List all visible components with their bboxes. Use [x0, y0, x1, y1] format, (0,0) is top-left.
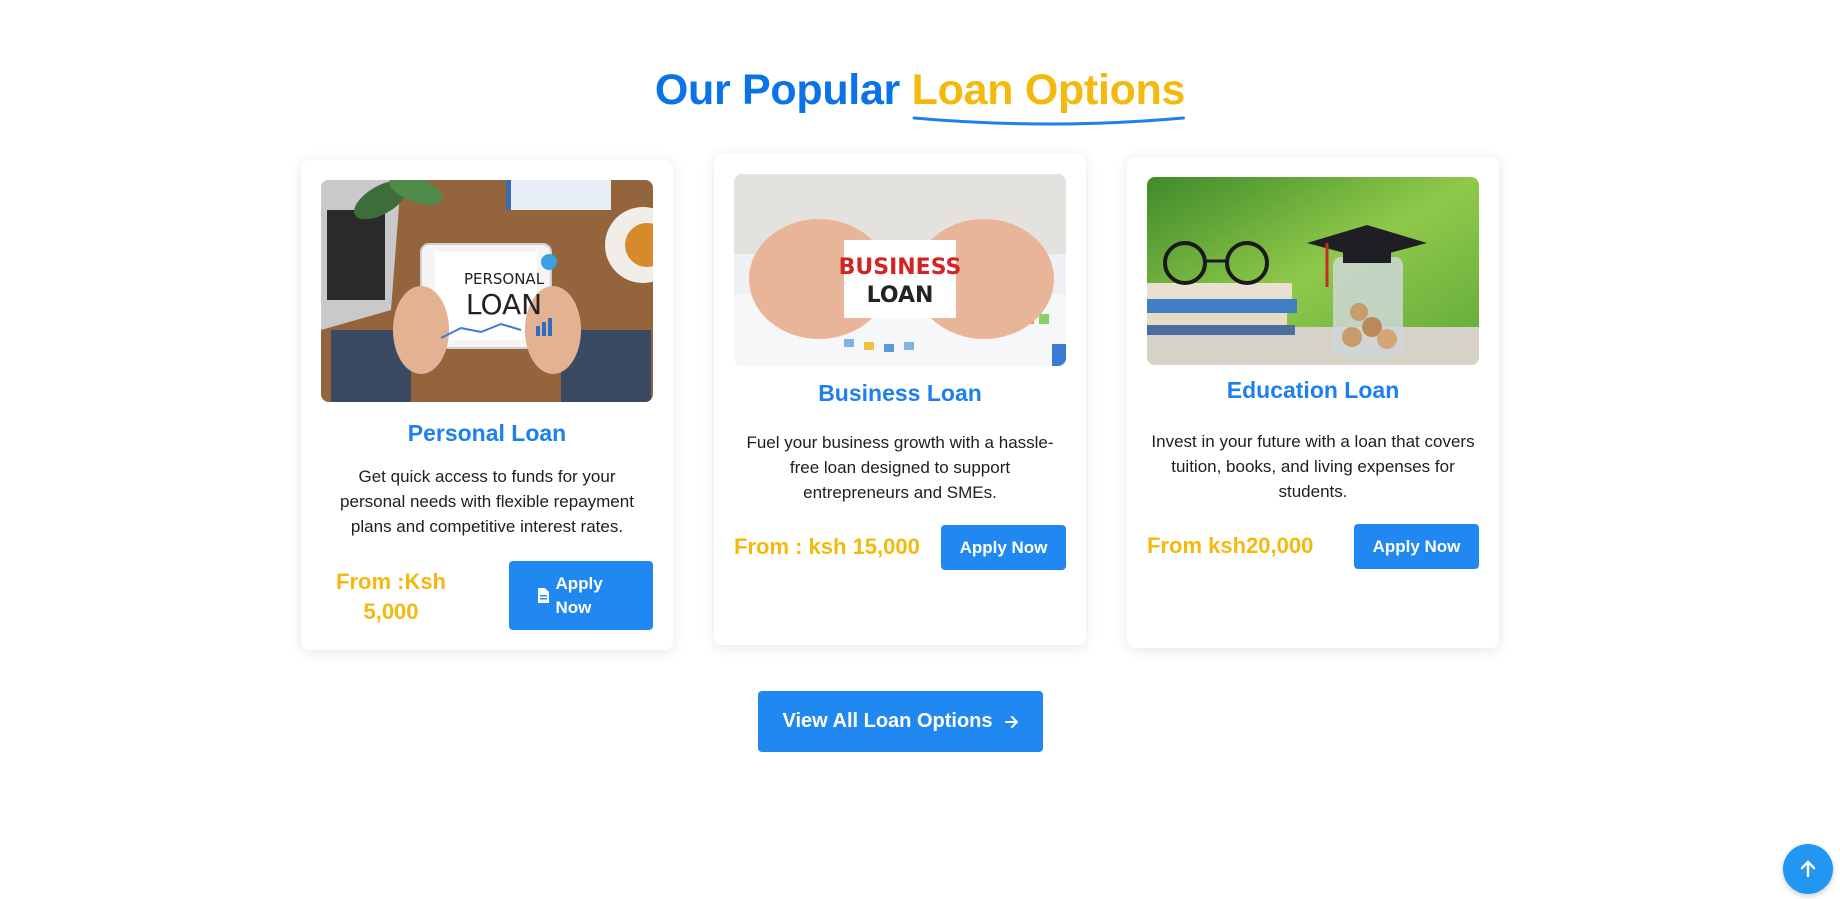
personal-image-text-top: PERSONAL	[464, 270, 545, 288]
card-price: From :Ksh 5,000	[336, 569, 446, 624]
personal-loan-image: PERSONAL LOAN	[321, 180, 653, 402]
loan-options-section: Our Popular Loan Options PERSONAL LOAN P…	[0, 0, 1840, 899]
scroll-to-top-button[interactable]	[1783, 844, 1833, 894]
heading-highlight-text: Loan Options	[911, 66, 1186, 114]
card-price: From ksh20,000	[1147, 533, 1314, 558]
view-all-loan-options-button[interactable]: View All Loan Options	[758, 691, 1043, 752]
arrow-right-icon	[1004, 715, 1018, 728]
arrow-up-icon	[1800, 860, 1816, 878]
apply-now-button[interactable]: Apply Now	[509, 561, 653, 630]
apply-now-label: Apply Now	[959, 537, 1048, 557]
education-loan-image	[1147, 177, 1479, 365]
card-title: Personal Loan	[407, 420, 567, 446]
personal-image-text-bottom: LOAN	[466, 288, 542, 321]
loan-card-education: Education Loan Invest in your future wit…	[1127, 157, 1499, 648]
heading-part-2: Loan Options	[911, 62, 1186, 126]
business-loan-image: BUSINESS LOAN	[734, 174, 1066, 366]
loan-card-business: BUSINESS LOAN Business Loan Fuel your bu…	[714, 154, 1086, 645]
card-title: Education Loan	[1226, 377, 1400, 403]
apply-now-button[interactable]: Apply Now	[1354, 524, 1479, 569]
business-image-text-bottom: LOAN	[867, 283, 934, 308]
card-description: Fuel your business growth with a hassle-…	[746, 433, 1054, 502]
apply-now-button[interactable]: Apply Now	[941, 525, 1066, 570]
heading-underline	[912, 116, 1185, 126]
loan-card-personal: PERSONAL LOAN Personal Loan Get quick ac…	[301, 160, 673, 650]
apply-now-label: Apply Now	[1372, 536, 1461, 556]
section-heading: Our Popular Loan Options	[0, 62, 1840, 126]
card-description: Get quick access to funds for your perso…	[340, 467, 634, 536]
card-description: Invest in your future with a loan that c…	[1151, 432, 1475, 501]
card-price: From : ksh 15,000	[734, 534, 920, 559]
card-title: Business Loan	[818, 380, 982, 406]
heading-part-1: Our Popular	[654, 66, 912, 114]
document-icon	[537, 588, 549, 603]
apply-now-label: Apply Now	[555, 573, 603, 617]
view-all-label: View All Loan Options	[782, 710, 993, 732]
business-image-text-top: BUSINESS	[839, 255, 962, 280]
